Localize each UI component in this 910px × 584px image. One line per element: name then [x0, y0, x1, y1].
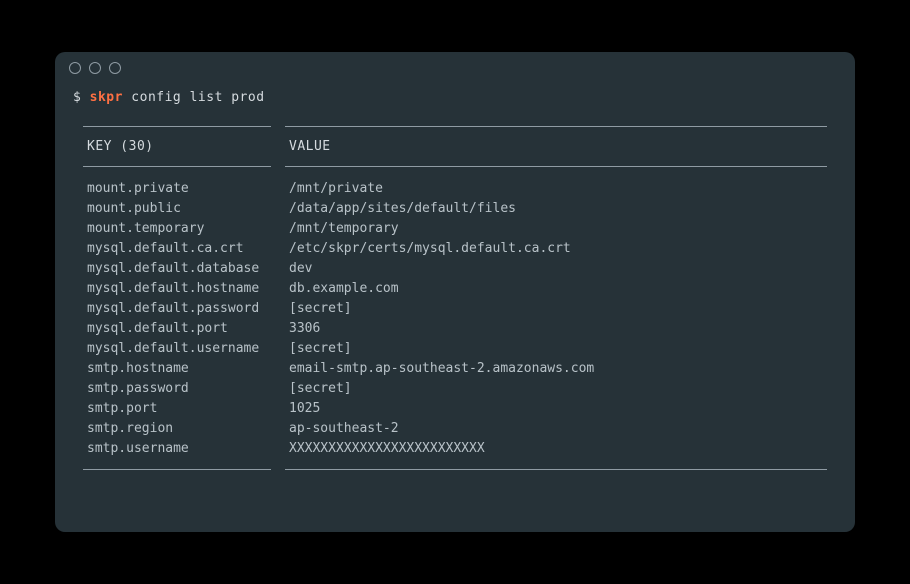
- terminal-window: $ skpr config list prod KEY (30) VALUE m…: [55, 52, 855, 532]
- table-row-value: /mnt/private: [289, 179, 823, 199]
- table-row-value: dev: [289, 259, 823, 279]
- table-body: mount.privatemount.publicmount.temporary…: [83, 167, 827, 470]
- table-row-key: mount.public: [87, 199, 267, 219]
- table-row-key: smtp.password: [87, 379, 267, 399]
- close-icon[interactable]: [69, 62, 81, 74]
- table-row-key: mysql.default.port: [87, 319, 267, 339]
- table-header-value: VALUE: [285, 126, 827, 168]
- table-row-key: mysql.default.password: [87, 299, 267, 319]
- terminal-content: $ skpr config list prod KEY (30) VALUE m…: [55, 84, 855, 488]
- command-args: config list prod: [131, 90, 264, 105]
- table-row-value: 1025: [289, 399, 823, 419]
- table-values-column: /mnt/private/data/app/sites/default/file…: [285, 175, 827, 470]
- table-row-key: mount.private: [87, 179, 267, 199]
- table-row-value: email-smtp.ap-southeast-2.amazonaws.com: [289, 359, 823, 379]
- table-row-value: [secret]: [289, 379, 823, 399]
- table-row-value: db.example.com: [289, 279, 823, 299]
- table-row-value: /mnt/temporary: [289, 219, 823, 239]
- table-row-key: smtp.port: [87, 399, 267, 419]
- table-header: KEY (30) VALUE: [83, 126, 827, 168]
- window-title-bar: [55, 52, 855, 84]
- command-prompt-line: $ skpr config list prod: [73, 88, 837, 108]
- table-row-key: smtp.region: [87, 419, 267, 439]
- table-row-key: mysql.default.hostname: [87, 279, 267, 299]
- table-row-value: 3306: [289, 319, 823, 339]
- table-row-key: mount.temporary: [87, 219, 267, 239]
- table-row-value: [secret]: [289, 339, 823, 359]
- table-header-key: KEY (30): [83, 126, 271, 168]
- maximize-icon[interactable]: [109, 62, 121, 74]
- table-row-value: ap-southeast-2: [289, 419, 823, 439]
- table-row-value: XXXXXXXXXXXXXXXXXXXXXXXXX: [289, 439, 823, 459]
- table-row-value: /etc/skpr/certs/mysql.default.ca.crt: [289, 239, 823, 259]
- command-name: skpr: [90, 90, 123, 105]
- table-row-value: [secret]: [289, 299, 823, 319]
- minimize-icon[interactable]: [89, 62, 101, 74]
- prompt-symbol: $: [73, 90, 81, 105]
- table-row-key: mysql.default.database: [87, 259, 267, 279]
- table-row-key: smtp.hostname: [87, 359, 267, 379]
- table-row-key: mysql.default.username: [87, 339, 267, 359]
- table-row-key: smtp.username: [87, 439, 267, 459]
- table-keys-column: mount.privatemount.publicmount.temporary…: [83, 175, 271, 470]
- config-table: KEY (30) VALUE mount.privatemount.public…: [73, 126, 837, 471]
- table-row-key: mysql.default.ca.crt: [87, 239, 267, 259]
- table-row-value: /data/app/sites/default/files: [289, 199, 823, 219]
